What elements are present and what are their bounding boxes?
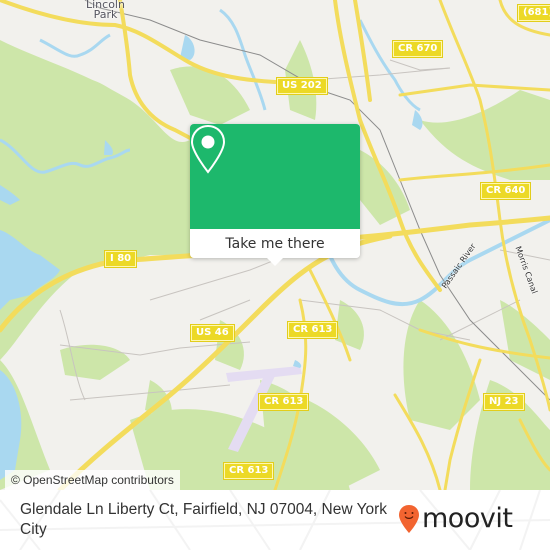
footer-bar: Glendale Ln Liberty Ct, Fairfield, NJ 07…	[0, 490, 550, 550]
road-shield-nj23: NJ 23	[483, 393, 525, 411]
road-shield-cr670: CR 670	[391, 40, 444, 58]
location-pin-icon	[190, 124, 226, 174]
popup-header	[190, 124, 360, 229]
moovit-logo[interactable]: moovit	[398, 502, 513, 536]
take-me-there-button[interactable]: Take me there	[190, 229, 360, 258]
popup-pointer	[266, 257, 284, 266]
address-text: Glendale Ln Liberty Ct, Fairfield, NJ 07…	[20, 501, 388, 538]
place-label-lincoln-park: Lincoln Park	[86, 0, 125, 20]
road-shield-cr640: CR 640	[479, 182, 532, 200]
location-popup[interactable]: Take me there	[190, 124, 360, 266]
road-shield-i80: I 80	[103, 250, 138, 268]
map-view[interactable]: Lincoln Park I 80 US 202 CR 670 (681) CR…	[0, 0, 550, 490]
map-attribution[interactable]: © OpenStreetMap contributors	[5, 470, 180, 490]
road-shield-us202: US 202	[276, 77, 328, 95]
road-shield-us46: US 46	[190, 324, 235, 342]
road-shield-cr613: CR 613	[257, 393, 310, 411]
place-label-line2: Park	[93, 8, 118, 21]
road-shield-cr613: CR 613	[286, 321, 339, 339]
road-shield-cr613: CR 613	[222, 462, 275, 480]
moovit-wordmark: moovit	[422, 503, 513, 534]
road-shield-681: (681)	[516, 4, 550, 22]
moovit-pin-icon	[399, 505, 419, 533]
